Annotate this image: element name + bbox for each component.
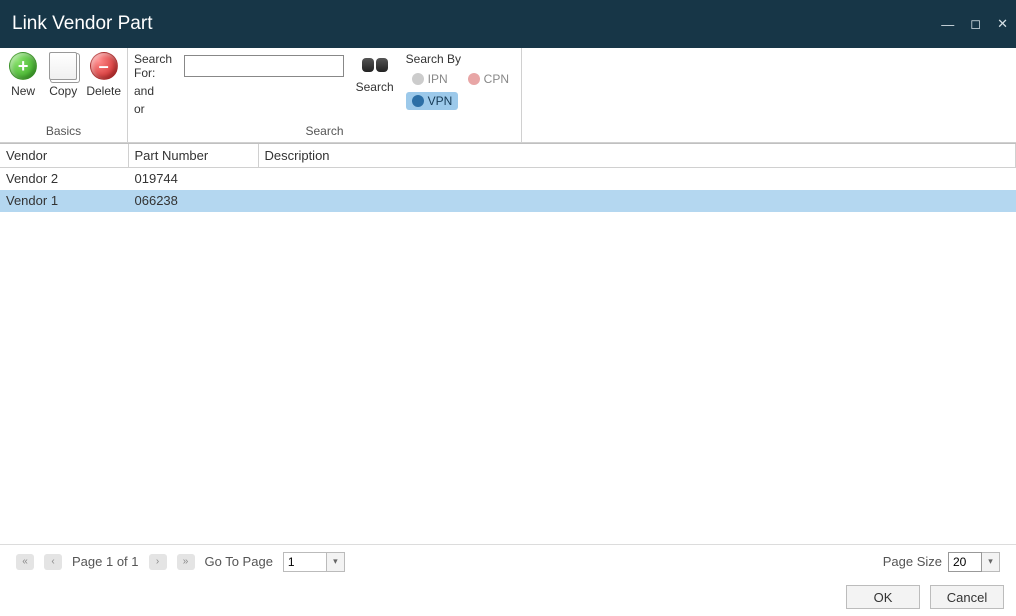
page-size-label: Page Size xyxy=(883,554,942,569)
close-icon[interactable]: ✕ xyxy=(997,16,1008,32)
table-row[interactable]: Vendor 1066238 xyxy=(0,190,1016,212)
prev-page-icon[interactable]: ‹ xyxy=(44,554,62,570)
ok-button[interactable]: OK xyxy=(846,585,920,609)
cell-part_number: 019744 xyxy=(128,168,258,190)
cpn-icon xyxy=(468,73,480,85)
plus-icon: + xyxy=(9,52,37,80)
last-page-icon[interactable]: » xyxy=(177,554,195,570)
delete-button[interactable]: – Delete xyxy=(86,52,121,98)
search-or-label: or xyxy=(134,102,344,116)
search-by-cpn[interactable]: CPN xyxy=(462,70,515,88)
search-and-label: and xyxy=(134,84,344,98)
cancel-button[interactable]: Cancel xyxy=(930,585,1004,609)
first-page-icon[interactable]: « xyxy=(16,554,34,570)
page-text: Page 1 of 1 xyxy=(72,554,139,569)
copy-button[interactable]: Copy xyxy=(46,52,80,98)
page-size-dropdown-icon[interactable]: ▾ xyxy=(982,552,1000,572)
search-button[interactable]: Search xyxy=(356,52,394,94)
search-group-label: Search xyxy=(134,124,515,140)
binoculars-icon xyxy=(361,52,389,76)
col-part-header[interactable]: Part Number xyxy=(128,144,258,168)
ipn-label: IPN xyxy=(428,72,448,86)
minus-icon: – xyxy=(90,52,118,80)
search-input[interactable] xyxy=(184,55,344,77)
search-by-ipn[interactable]: IPN xyxy=(406,70,454,88)
table-row[interactable]: Vendor 2019744 xyxy=(0,168,1016,190)
basics-group-label: Basics xyxy=(6,124,121,140)
search-by-label: Search By xyxy=(406,52,515,66)
cell-description xyxy=(258,190,1016,212)
goto-page-input[interactable] xyxy=(283,552,327,572)
vpn-label: VPN xyxy=(428,94,453,108)
cpn-label: CPN xyxy=(484,72,509,86)
new-button[interactable]: + New xyxy=(6,52,40,98)
col-vendor-header[interactable]: Vendor xyxy=(0,144,128,168)
next-page-icon[interactable]: › xyxy=(149,554,167,570)
window-title: Link Vendor Part xyxy=(12,13,152,35)
results-table: Vendor Part Number Description Vendor 20… xyxy=(0,144,1016,212)
maximize-icon[interactable]: ◻ xyxy=(970,16,981,32)
search-button-label: Search xyxy=(356,80,394,94)
ipn-icon xyxy=(412,73,424,85)
dialog-footer: OK Cancel xyxy=(0,578,1016,616)
new-button-label: New xyxy=(11,84,35,98)
window-titlebar: Link Vendor Part — ◻ ✕ xyxy=(0,0,1016,48)
goto-page-dropdown-icon[interactable]: ▾ xyxy=(327,552,345,572)
search-for-label: Search For: xyxy=(134,52,180,80)
search-by-vpn[interactable]: VPN xyxy=(406,92,459,110)
pager: « ‹ Page 1 of 1 › » Go To Page ▾ Page Si… xyxy=(0,544,1016,578)
cell-part_number: 066238 xyxy=(128,190,258,212)
copy-button-label: Copy xyxy=(49,84,77,98)
cell-vendor: Vendor 1 xyxy=(0,190,128,212)
col-desc-header[interactable]: Description xyxy=(258,144,1016,168)
copy-icon xyxy=(49,52,77,80)
minimize-icon[interactable]: — xyxy=(941,17,954,32)
goto-page-label: Go To Page xyxy=(205,554,273,569)
delete-button-label: Delete xyxy=(86,84,121,98)
vpn-icon xyxy=(412,95,424,107)
cell-description xyxy=(258,168,1016,190)
ribbon: + New Copy – Delete Basics Search For: a… xyxy=(0,48,1016,143)
page-size-input[interactable] xyxy=(948,552,982,572)
cell-vendor: Vendor 2 xyxy=(0,168,128,190)
